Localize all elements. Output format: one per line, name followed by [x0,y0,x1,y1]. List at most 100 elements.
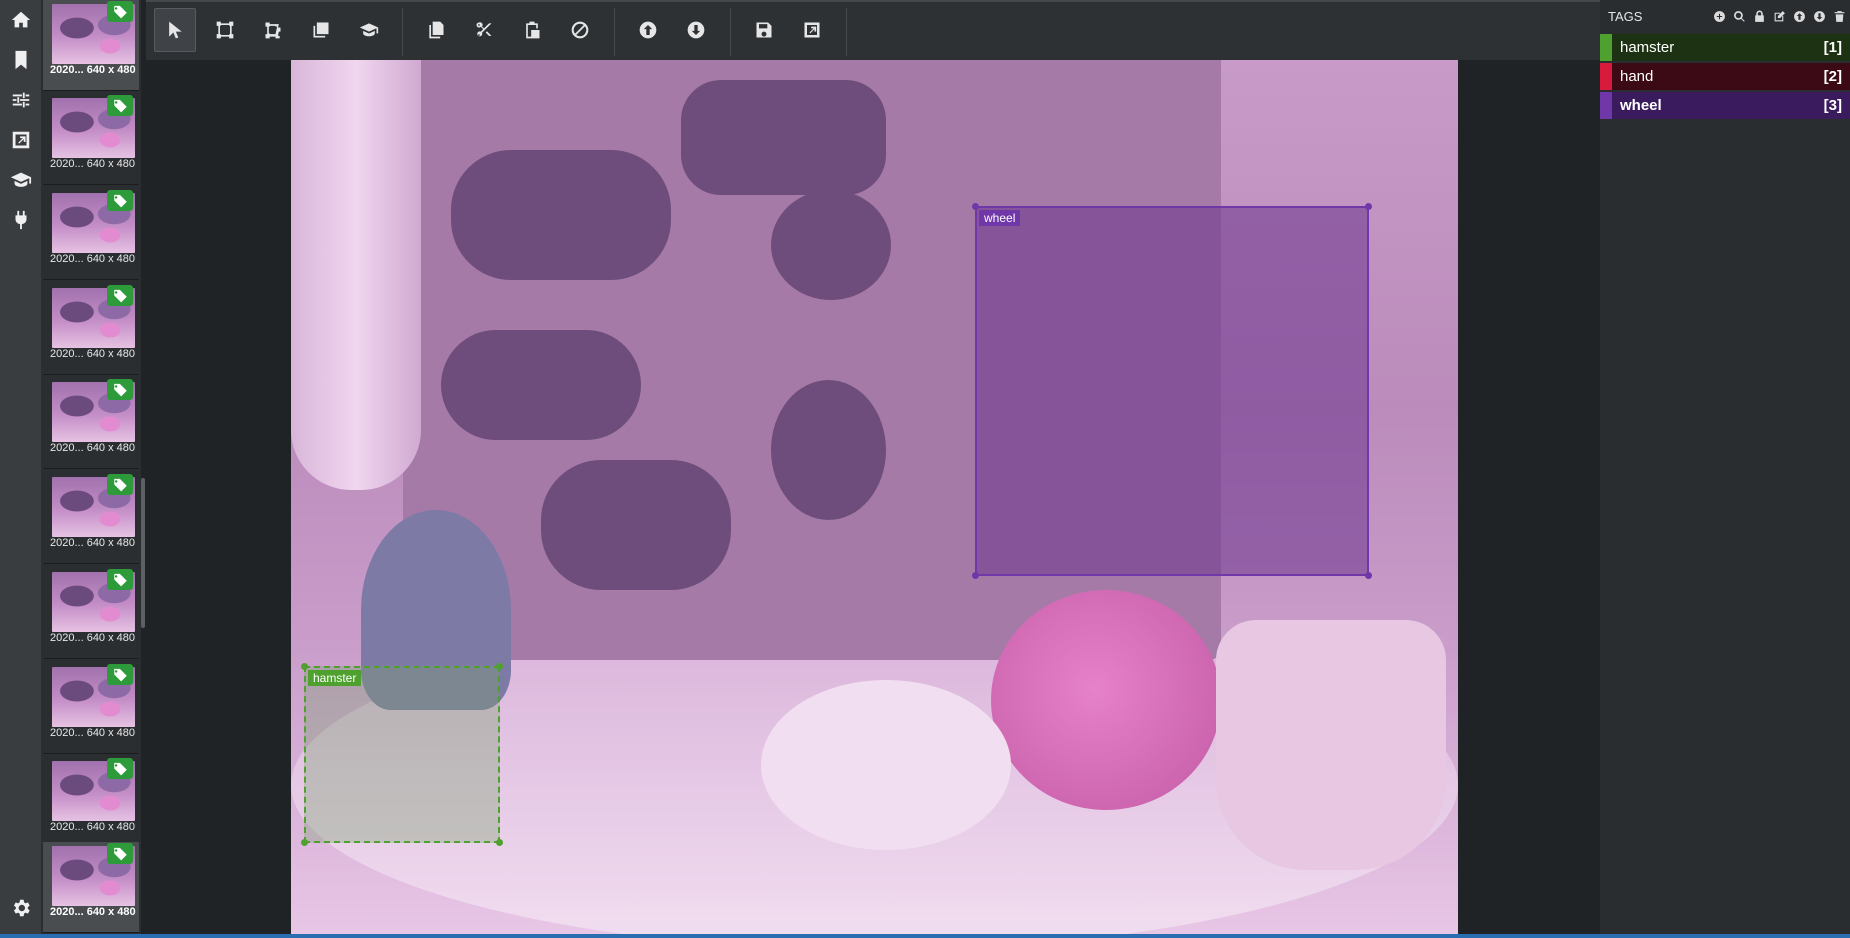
previous-asset-icon[interactable] [627,8,669,52]
toolbar-separator [730,8,731,56]
graduation-cap-icon[interactable] [0,160,41,200]
thumbnail-scrollbar[interactable] [141,478,145,628]
draw-rectangle-icon[interactable] [204,8,246,52]
thumbnail-caption: 2020... 640 x 480 [50,253,136,265]
tags-title: TAGS [1608,9,1643,24]
region-label: hamster [308,670,362,686]
add-tag-icon[interactable] [1712,9,1726,23]
delete-tag-icon[interactable] [1832,9,1846,23]
thumbnail-caption: 2020... 640 x 480 [50,537,136,549]
app-navigation-bar [0,0,41,934]
region-handle[interactable] [496,839,503,846]
tag-color-swatch[interactable] [1600,63,1612,90]
paste-regions-icon[interactable] [511,8,553,52]
photo-brick-hole [441,330,641,440]
status-bar [0,934,1850,938]
thumbnail-caption: 2020... 640 x 480 [50,632,136,644]
photo-bowl [761,680,1011,850]
toolbar-separator [846,8,847,56]
asset-thumbnail[interactable]: 2020... 640 x 480 [43,757,139,848]
thumbnail-caption: 2020... 640 x 480 [50,821,136,833]
tags-panel: TAGS hamster [1] hand [2] wheel [3] [1600,0,1850,934]
tag-icon [107,843,133,864]
plug-icon[interactable] [0,200,41,240]
asset-thumbnail[interactable]: 2020... 640 x 480 [43,663,139,754]
tags-actions [1712,9,1846,23]
thumbnail-caption: 2020... 640 x 480 [50,158,136,170]
tag-item-hamster[interactable]: hamster [1] [1600,34,1850,61]
toolbar-separator [614,8,615,56]
region-handle[interactable] [972,203,979,210]
photo-pink-ball [991,590,1221,810]
save-project-icon[interactable] [743,8,785,52]
tag-name: hamster [1620,39,1675,56]
asset-thumbnail[interactable]: 2020... 640 x 480 [43,94,139,185]
tag-hotkey: [2] [1823,68,1842,85]
tag-hotkey: [3] [1823,97,1842,114]
asset-thumbnail[interactable]: 2020... 640 x 480 [43,568,139,659]
select-pointer-icon[interactable] [154,8,196,52]
tag-icon [107,664,133,685]
remove-all-regions-icon[interactable] [559,8,601,52]
next-asset-icon[interactable] [675,8,717,52]
photo-brick-hole [771,190,891,300]
export-project-icon[interactable] [791,8,833,52]
region-handle[interactable] [972,572,979,579]
asset-thumbnail-list: 2020... 640 x 480 2020... 640 x 480 2020… [41,0,141,934]
tags-header: TAGS [1600,0,1850,34]
photo-brick-hole [771,380,886,520]
asset-thumbnail[interactable]: 2020... 640 x 480 [43,473,139,564]
region-handle[interactable] [1365,203,1372,210]
sliders-icon[interactable] [0,80,41,120]
tag-item-wheel[interactable]: wheel [3] [1600,92,1850,119]
tag-icon [107,379,133,400]
bookmark-icon[interactable] [0,40,41,80]
tag-color-swatch[interactable] [1600,92,1612,119]
region-handle[interactable] [1365,572,1372,579]
home-icon[interactable] [0,0,41,40]
asset-thumbnail[interactable]: 2020... 640 x 480 [43,378,139,469]
toolbar-separator [402,8,403,56]
editor-toolbar [146,0,1600,60]
active-learning-icon[interactable] [348,8,390,52]
asset-thumbnail[interactable]: 2020... 640 x 480 [43,0,139,91]
tag-color-swatch[interactable] [1600,34,1612,61]
tag-icon [107,95,133,116]
tag-icon [107,1,133,22]
thumbnail-caption: 2020... 640 x 480 [50,906,136,918]
tag-icon [107,285,133,306]
thumbnail-caption: 2020... 640 x 480 [50,727,136,739]
photo-brick-hole [541,460,731,590]
thumbnail-caption: 2020... 640 x 480 [50,348,136,360]
photo-ceramic-cup [1216,620,1446,870]
region-handle[interactable] [301,839,308,846]
move-tag-up-icon[interactable] [1792,9,1806,23]
photo-water-bottle [291,60,421,490]
export-icon[interactable] [0,120,41,160]
region-handle[interactable] [496,663,503,670]
edit-tag-icon[interactable] [1772,9,1786,23]
thumbnail-caption: 2020... 640 x 480 [50,442,136,454]
cut-regions-icon[interactable] [463,8,505,52]
move-tag-down-icon[interactable] [1812,9,1826,23]
photo-brick-hole [681,80,886,195]
region-handle[interactable] [301,663,308,670]
tag-item-hand[interactable]: hand [2] [1600,63,1850,90]
tag-hotkey: [1] [1823,39,1842,56]
tag-name: wheel [1620,97,1662,114]
tag-icon [107,190,133,211]
region-label: wheel [979,210,1021,226]
region-wheel[interactable]: wheel [972,203,1372,579]
copy-rectangle-icon[interactable] [300,8,342,52]
gear-icon[interactable] [0,888,41,928]
tag-name: hand [1620,68,1654,85]
asset-thumbnail-current[interactable]: 2020... 640 x 480 [43,842,139,933]
tag-icon [107,474,133,495]
asset-thumbnail[interactable]: 2020... 640 x 480 [43,189,139,280]
lock-tag-icon[interactable] [1752,9,1766,23]
region-hamster[interactable]: hamster [301,663,503,846]
asset-thumbnail[interactable]: 2020... 640 x 480 [43,284,139,375]
copy-regions-icon[interactable] [415,8,457,52]
search-tags-icon[interactable] [1732,9,1746,23]
draw-polygon-icon[interactable] [252,8,294,52]
